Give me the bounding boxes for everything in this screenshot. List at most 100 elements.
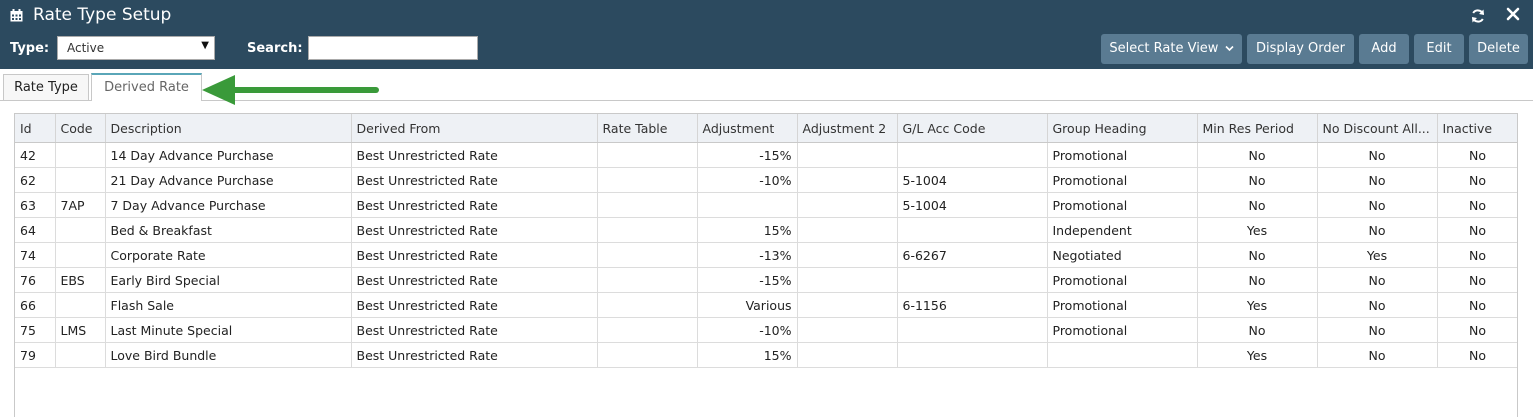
table-cell: 62 (15, 167, 56, 193)
table-cell (597, 242, 698, 268)
table-cell (597, 317, 698, 343)
table-cell: 42 (15, 142, 56, 168)
search-label: Search: (247, 41, 303, 56)
calendar-icon (10, 9, 23, 22)
table-cell (1047, 342, 1198, 368)
table-row[interactable]: 63 7AP 7 Day Advance Purchase Best Unrestri… (15, 192, 1517, 218)
refresh-icon[interactable] (1470, 8, 1486, 24)
table-cell (55, 292, 106, 318)
close-icon[interactable] (1505, 6, 1521, 22)
table-row[interactable]: 64 Bed & Breakfast Best Unrestricted Rate 1… (15, 217, 1517, 243)
column-header[interactable]: G/L Acc Code (897, 114, 1048, 143)
column-header[interactable]: Adjustment (697, 114, 798, 143)
table-cell: 5-1004 (897, 192, 1048, 218)
table-cell: LMS (55, 317, 106, 343)
tab-derived-rate[interactable]: Derived Rate (91, 73, 202, 101)
table-cell: No (1317, 317, 1438, 343)
tab-rate-type[interactable]: Rate Type (3, 74, 89, 100)
table-cell: Promotional (1047, 192, 1198, 218)
table-cell: Love Bird Bundle (105, 342, 352, 368)
type-select-value: Active (67, 41, 105, 55)
table-cell: Best Unrestricted Rate (351, 167, 598, 193)
table-cell: No (1317, 217, 1438, 243)
table-cell: Yes (1197, 342, 1318, 368)
search-input[interactable] (308, 36, 478, 60)
table-cell: EBS (55, 267, 106, 293)
table-cell: Various (697, 292, 798, 318)
header-bar: Rate Type Setup Type: Active ▼ Search: S… (0, 0, 1533, 69)
column-header[interactable]: Description (105, 114, 352, 143)
table-cell: Yes (1197, 217, 1318, 243)
table-cell: -15% (697, 142, 798, 168)
table-cell: Bed & Breakfast (105, 217, 352, 243)
table-cell: Independent (1047, 217, 1198, 243)
table-cell (597, 292, 698, 318)
table-cell: No (1317, 167, 1438, 193)
table-body: 42 14 Day Advance Purchase Best Unrestrict… (15, 142, 1517, 368)
table-cell: No (1197, 192, 1318, 218)
table-cell: 66 (15, 292, 56, 318)
column-header[interactable]: Group Heading (1047, 114, 1198, 143)
table-cell: No (1317, 292, 1438, 318)
table-cell: No (1197, 242, 1318, 268)
table-row[interactable]: 42 14 Day Advance Purchase Best Unrestrict… (15, 142, 1517, 168)
delete-button[interactable]: Delete (1469, 34, 1528, 64)
table-cell: Yes (1317, 242, 1438, 268)
table-row[interactable]: 74 Corporate Rate Best Unrestricted Rate -1… (15, 242, 1517, 268)
table-cell: No (1437, 167, 1517, 193)
column-header[interactable]: No Discount All... (1317, 114, 1438, 143)
table-cell (597, 267, 698, 293)
table-cell: Corporate Rate (105, 242, 352, 268)
table-cell: 21 Day Advance Purchase (105, 167, 352, 193)
chevron-down-icon (1225, 45, 1234, 52)
window-title: Rate Type Setup (33, 5, 172, 25)
table-row[interactable]: 75 LMS Last Minute Special Best Unrestricte… (15, 317, 1517, 343)
table-cell: 5-1004 (897, 167, 1048, 193)
table-cell: Promotional (1047, 142, 1198, 168)
column-header[interactable]: Code (55, 114, 106, 143)
table-row[interactable]: 76 EBS Early Bird Special Best Unrestricted… (15, 267, 1517, 293)
column-header[interactable]: Inactive (1437, 114, 1517, 143)
table-cell: 14 Day Advance Purchase (105, 142, 352, 168)
column-header[interactable]: Derived From (351, 114, 598, 143)
table-row[interactable]: 79 Love Bird Bundle Best Unrestricted Rate… (15, 342, 1517, 368)
table-cell (597, 167, 698, 193)
table-cell: No (1197, 142, 1318, 168)
table-cell: No (1317, 267, 1438, 293)
table-cell: Negotiated (1047, 242, 1198, 268)
column-header[interactable]: Adjustment 2 (797, 114, 898, 143)
rate-grid: Id Code Description Derived From Rate Table A… (14, 113, 1518, 417)
table-cell (797, 217, 898, 243)
table-cell: Promotional (1047, 267, 1198, 293)
add-button[interactable]: Add (1359, 34, 1409, 64)
table-cell: No (1317, 142, 1438, 168)
table-header-row: Id Code Description Derived From Rate Table A… (15, 114, 1517, 143)
select-rate-view-button[interactable]: Select Rate View (1101, 34, 1242, 64)
table-cell (797, 192, 898, 218)
type-label: Type: (10, 41, 50, 56)
table-cell (797, 292, 898, 318)
table-cell: No (1317, 342, 1438, 368)
table-cell: Promotional (1047, 292, 1198, 318)
table-cell: 7 Day Advance Purchase (105, 192, 352, 218)
table-cell (55, 342, 106, 368)
table-cell: No (1197, 317, 1318, 343)
table-cell: Best Unrestricted Rate (351, 217, 598, 243)
display-order-button[interactable]: Display Order (1247, 34, 1354, 64)
column-header[interactable]: Id (15, 114, 56, 143)
table-cell: Best Unrestricted Rate (351, 192, 598, 218)
column-header[interactable]: Rate Table (597, 114, 698, 143)
type-select[interactable]: Active ▼ (57, 36, 215, 60)
table-cell: Promotional (1047, 167, 1198, 193)
table-cell: Best Unrestricted Rate (351, 267, 598, 293)
table-cell (697, 192, 798, 218)
edit-button[interactable]: Edit (1414, 34, 1464, 64)
table-cell (55, 167, 106, 193)
table-row[interactable]: 62 21 Day Advance Purchase Best Unrestrict… (15, 167, 1517, 193)
table-cell: Promotional (1047, 317, 1198, 343)
column-header[interactable]: Min Res Period (1197, 114, 1318, 143)
select-rate-view-label: Select Rate View (1109, 41, 1219, 56)
table-cell: 15% (697, 342, 798, 368)
table-row[interactable]: 66 Flash Sale Best Unrestricted Rate Variou… (15, 292, 1517, 318)
table-cell: No (1437, 192, 1517, 218)
